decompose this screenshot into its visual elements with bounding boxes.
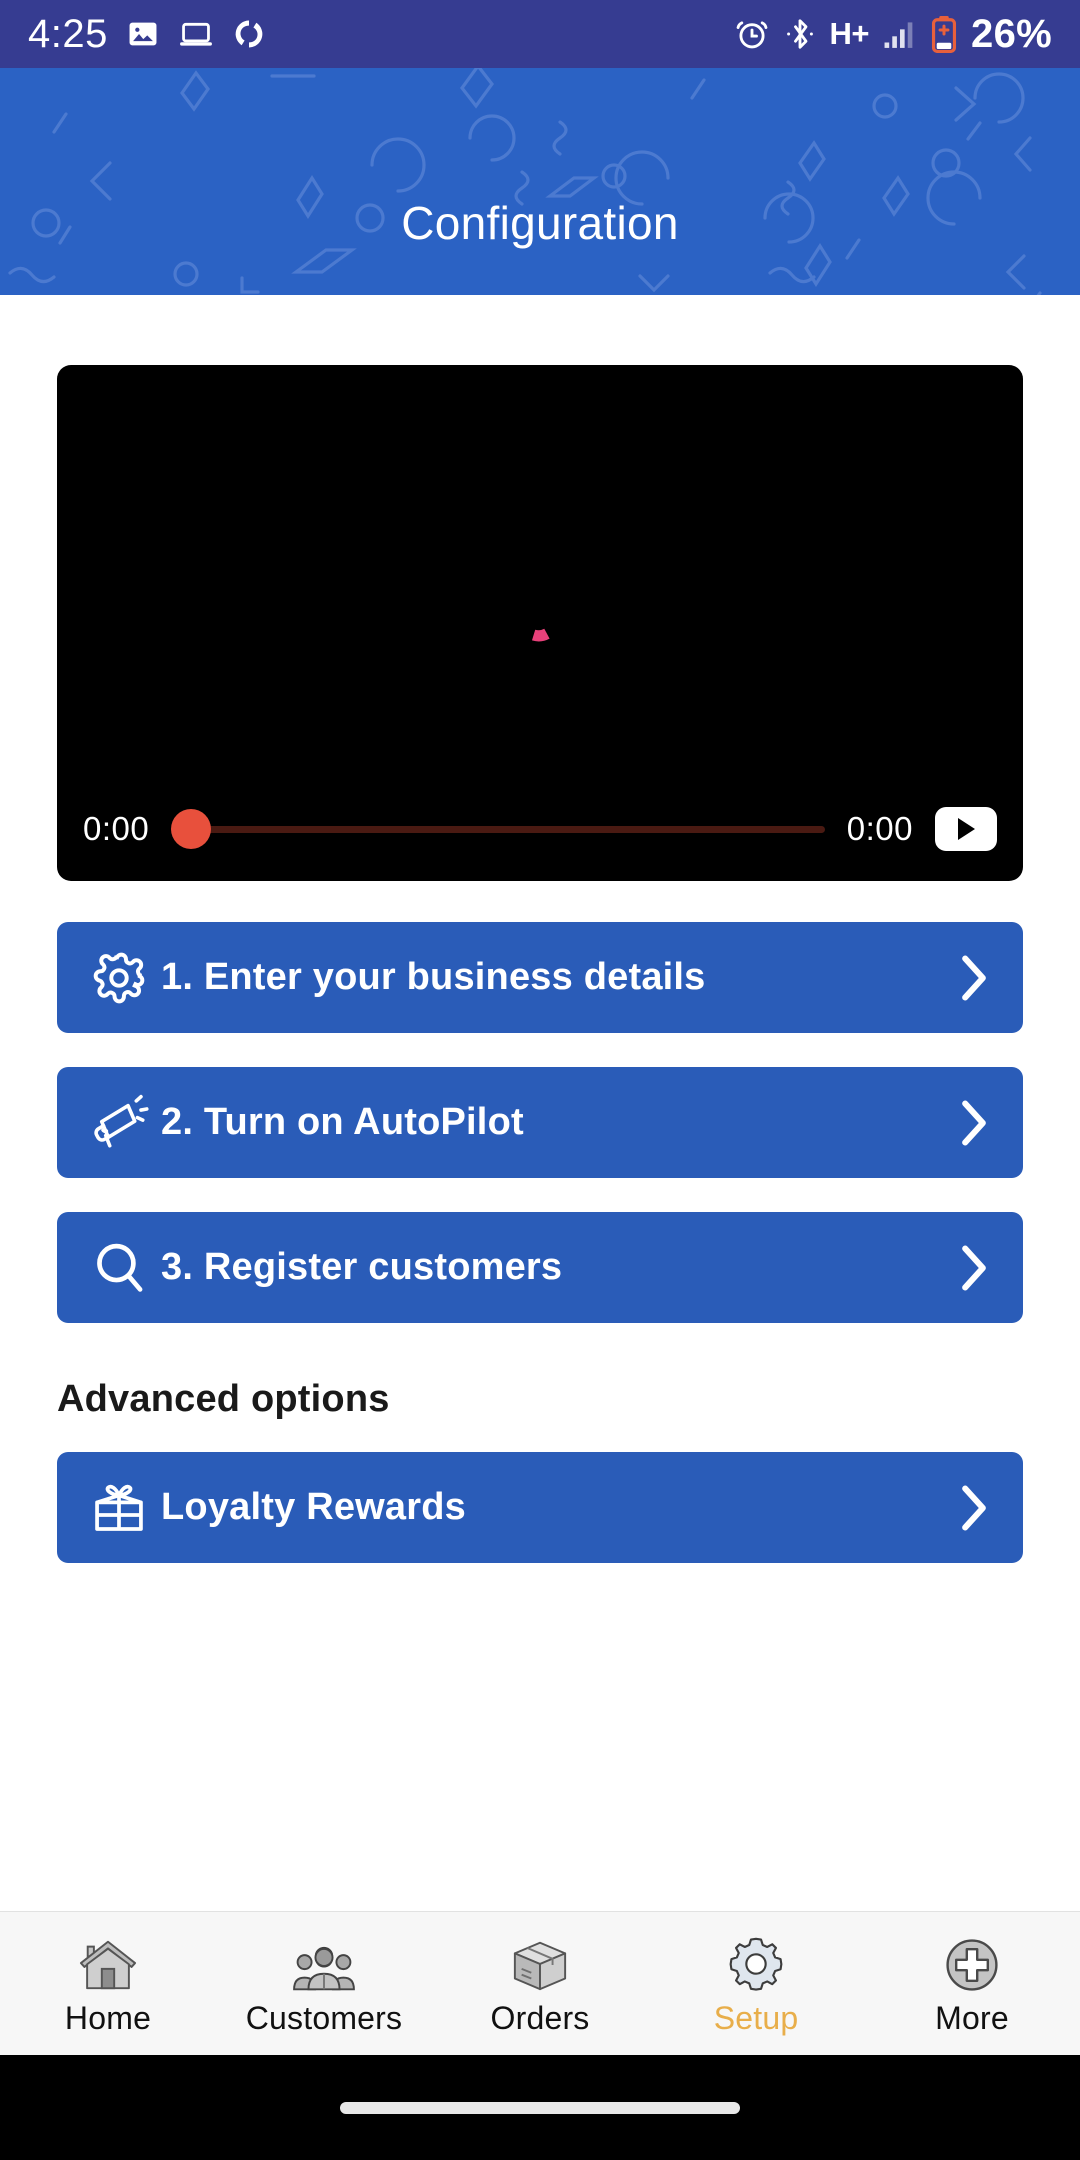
chevron-right-icon <box>959 955 989 1001</box>
page-header: Configuration <box>0 68 1080 295</box>
video-progress-thumb[interactable] <box>171 809 212 849</box>
network-type-label: H+ <box>829 16 870 51</box>
nav-label: Home <box>64 2000 152 2036</box>
gesture-navigation-bar <box>0 2055 1080 2160</box>
video-current-time: 0:00 <box>83 810 150 847</box>
setup-steps-list: 1. Enter your business details 2. Turn o… <box>57 922 1023 1357</box>
page-title: Configuration <box>401 197 679 249</box>
nav-label: Customers <box>245 2000 403 2036</box>
nav-item-orders[interactable]: Orders <box>432 1930 648 2037</box>
setup-step-label: 1. Enter your business details <box>161 956 706 998</box>
chevron-right-icon <box>959 1100 989 1146</box>
house-icon <box>77 1930 139 1994</box>
header-decorative-pattern <box>8 68 1042 295</box>
status-bar-clock: 4:25 <box>28 11 108 56</box>
video-duration: 0:00 <box>846 810 913 847</box>
advanced-options-heading: Advanced options <box>57 1378 390 1420</box>
video-progress-slider[interactable] <box>171 809 825 849</box>
setup-step-business-details[interactable]: 1. Enter your business details <box>57 922 1023 1033</box>
loading-spinner-icon <box>531 628 550 642</box>
video-progress-track <box>171 825 825 833</box>
nav-label: Setup <box>713 2000 799 2036</box>
nav-label: Orders <box>490 2000 590 2036</box>
battery-charging-icon <box>931 15 957 53</box>
nav-label: More <box>935 2000 1009 2036</box>
chevron-right-icon <box>959 1485 989 1531</box>
image-icon <box>126 17 160 51</box>
gear-icon <box>725 1930 787 1994</box>
gift-icon <box>91 1480 161 1536</box>
video-player[interactable]: 0:00 0:00 <box>57 365 1023 881</box>
battery-percent-label: 26% <box>971 11 1052 56</box>
bluetooth-icon <box>784 16 816 52</box>
signal-icon <box>883 18 917 50</box>
plus-circle-icon <box>942 1930 1002 1994</box>
status-bar-left: 4:25 <box>28 12 266 57</box>
search-icon <box>91 1239 161 1297</box>
status-bar-right: H+ 26% <box>734 12 1052 57</box>
play-icon <box>958 818 975 840</box>
setup-step-label: 3. Register customers <box>161 1246 563 1288</box>
chevron-right-icon <box>959 1245 989 1291</box>
nav-item-more[interactable]: More <box>864 1930 1080 2037</box>
status-bar: 4:25 H+ 26% <box>0 0 1080 68</box>
bottom-navigation-bar: Home Customers Orders Setup More <box>0 1911 1080 2055</box>
nav-item-setup[interactable]: Setup <box>648 1930 864 2037</box>
nav-item-customers[interactable]: Customers <box>216 1930 432 2037</box>
megaphone-icon <box>91 1094 161 1152</box>
app-screen: 4:25 H+ 26% Configuration 0:00 0:00 1. E… <box>0 0 1080 2160</box>
alarm-icon <box>734 16 770 52</box>
video-controls: 0:00 0:00 <box>57 777 1023 881</box>
setup-step-register-customers[interactable]: 3. Register customers <box>57 1212 1023 1323</box>
laptop-icon <box>178 17 214 51</box>
people-icon <box>291 1930 357 1994</box>
sync-icon <box>232 17 266 51</box>
home-indicator[interactable] <box>340 2101 740 2114</box>
box-icon <box>509 1930 571 1994</box>
nav-item-home[interactable]: Home <box>0 1930 216 2037</box>
setup-step-label: 2. Turn on AutoPilot <box>161 1101 524 1143</box>
advanced-option-loyalty-rewards[interactable]: Loyalty Rewards <box>57 1452 1023 1563</box>
gear-icon <box>91 950 161 1006</box>
setup-step-autopilot[interactable]: 2. Turn on AutoPilot <box>57 1067 1023 1178</box>
advanced-option-label: Loyalty Rewards <box>161 1486 466 1528</box>
advanced-options-list: Loyalty Rewards <box>57 1452 1023 1597</box>
play-button[interactable] <box>935 807 997 851</box>
